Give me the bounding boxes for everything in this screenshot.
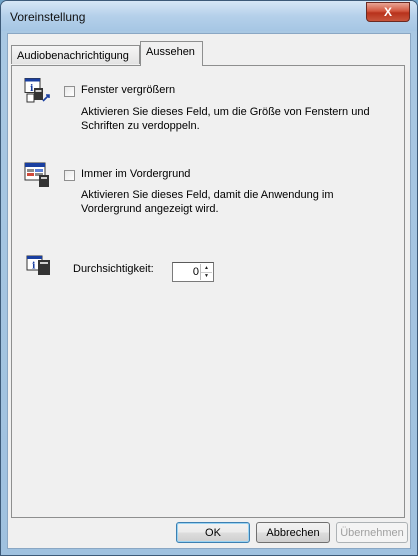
spinner-value: 0 [192, 266, 199, 278]
tab-audiobenachrichtigung[interactable]: Audiobenachrichtigung [11, 45, 140, 64]
apply-button-label: Übernehmen [340, 526, 404, 539]
fenster-vergroessern-label[interactable]: Fenster vergrößern [81, 84, 175, 96]
arrow-down-icon: ▼ [204, 273, 209, 279]
immer-im-vordergrund-checkbox[interactable] [64, 170, 75, 181]
durchsichtigkeit-spinner[interactable]: 0 ▲ ▼ [172, 262, 214, 282]
immer-im-vordergrund-label[interactable]: Immer im Vordergrund [81, 168, 190, 180]
close-button[interactable]: X [366, 2, 410, 22]
tab-label: Aussehen [146, 46, 195, 58]
ok-button-label: OK [205, 526, 221, 539]
spinner-down-button[interactable]: ▼ [201, 272, 212, 280]
svg-text:i: i [30, 84, 34, 94]
tab-panel-aussehen: i Fenster vergrößern Aktivieren Sie dies… [11, 65, 405, 518]
dialog-client-area: Audiobenachrichtigung Aussehen i Fenster… [7, 33, 411, 549]
arrow-up-icon: ▲ [204, 265, 209, 271]
info-transparency-icon: i [26, 255, 50, 275]
fenster-vergroessern-checkbox[interactable] [64, 86, 75, 97]
close-icon: X [383, 5, 392, 19]
durchsichtigkeit-label: Durchsichtigkeit: [73, 263, 154, 275]
cancel-button[interactable]: Abbrechen [256, 522, 330, 543]
ok-button[interactable]: OK [176, 522, 250, 543]
spinner-buttons: ▲ ▼ [200, 264, 212, 280]
fenster-vergroessern-description: Aktivieren Sie dieses Feld, um die Größe… [81, 106, 370, 132]
dialog-window: Voreinstellung X Audiobenachrichtigung A… [0, 0, 418, 556]
info-enlarge-icon: i [24, 78, 50, 103]
apply-button[interactable]: Übernehmen [336, 522, 408, 543]
tab-label: Audiobenachrichtigung [17, 50, 129, 62]
cancel-button-label: Abbrechen [266, 526, 320, 539]
window-title: Voreinstellung [10, 10, 86, 24]
window-on-top-icon [24, 162, 49, 187]
tab-aussehen[interactable]: Aussehen [140, 41, 203, 66]
immer-im-vordergrund-description: Aktivieren Sie dieses Feld, damit die An… [81, 189, 334, 215]
svg-text:i: i [32, 262, 36, 272]
title-bar[interactable]: Voreinstellung X [1, 1, 417, 31]
